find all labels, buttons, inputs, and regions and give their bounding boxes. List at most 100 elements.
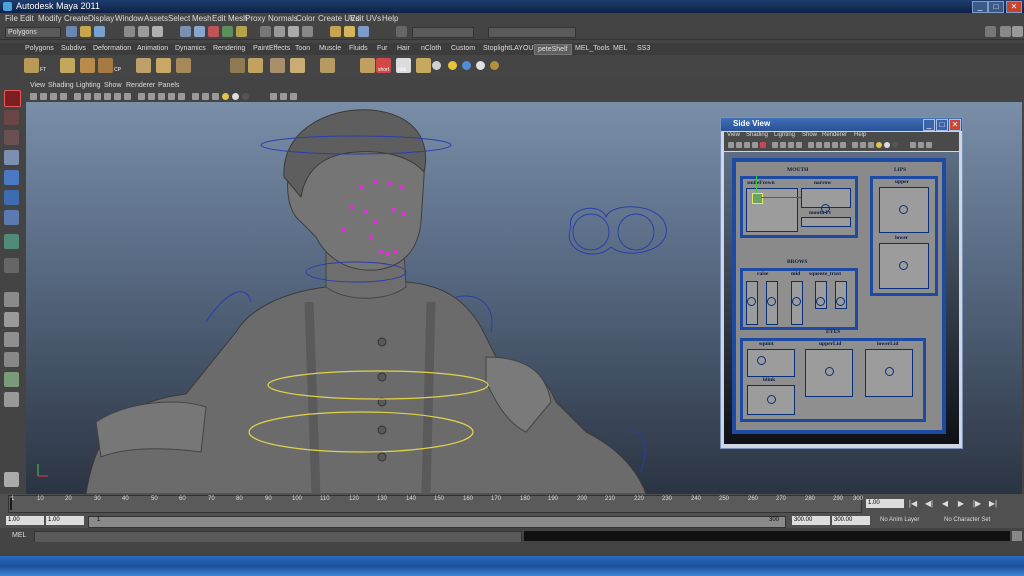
move-tool-icon[interactable] bbox=[4, 150, 19, 165]
no-lights-icon[interactable] bbox=[242, 93, 249, 100]
side-view-titlebar[interactable]: Side View _ □ ✕ bbox=[721, 118, 962, 131]
shelf-tab-mel[interactable]: MEL bbox=[610, 44, 630, 53]
cmdline-language-label[interactable]: MEL bbox=[12, 532, 26, 539]
panel-menu-shading[interactable]: Shading bbox=[48, 82, 74, 89]
panel-menu-renderer[interactable]: Renderer bbox=[126, 82, 155, 89]
menu-mesh[interactable]: Mesh bbox=[192, 14, 212, 23]
sv-wireframe-icon[interactable] bbox=[808, 142, 814, 148]
default-light-icon[interactable] bbox=[232, 93, 239, 100]
shelf-button-8-icon[interactable] bbox=[230, 58, 245, 73]
sv-field-chart-icon[interactable] bbox=[796, 142, 802, 148]
side-view-minimize-button[interactable]: _ bbox=[923, 119, 935, 131]
brows-raise-handle-right[interactable] bbox=[767, 297, 776, 306]
wireframe-on-shaded-icon[interactable] bbox=[158, 93, 165, 100]
shelf-sphere-yellow-icon[interactable] bbox=[448, 61, 457, 70]
maximize-button[interactable]: □ bbox=[988, 1, 1004, 13]
sv-all-lights-icon[interactable] bbox=[876, 142, 882, 148]
last-tool-icon[interactable] bbox=[4, 234, 19, 249]
select-by-hierarchy-icon[interactable] bbox=[124, 26, 135, 37]
side-view-close-button[interactable]: ✕ bbox=[949, 119, 961, 131]
panel-menu-panels[interactable]: Panels bbox=[158, 82, 179, 89]
playback-start-field[interactable]: 1.00 bbox=[46, 516, 84, 525]
image-plane-icon[interactable] bbox=[60, 93, 67, 100]
shelf-button-3-icon[interactable] bbox=[80, 58, 95, 73]
sv-film-gate-icon[interactable] bbox=[772, 142, 778, 148]
go-to-start-button[interactable]: |◀ bbox=[908, 499, 918, 509]
shelf-tab-toon[interactable]: Toon bbox=[292, 44, 313, 53]
layout-graph-icon[interactable] bbox=[4, 372, 19, 387]
menu-modify[interactable]: Modify bbox=[38, 14, 62, 23]
mouth-narrow-handle[interactable] bbox=[821, 204, 830, 213]
menu-color[interactable]: Color bbox=[296, 14, 315, 23]
xray-active-icon[interactable] bbox=[290, 93, 297, 100]
select-by-object-icon[interactable] bbox=[138, 26, 149, 37]
shelf-sphere-gold-icon[interactable] bbox=[490, 61, 499, 70]
close-button[interactable]: ✕ bbox=[1006, 1, 1022, 13]
step-back-key-button[interactable]: ◀| bbox=[924, 499, 934, 509]
sv-camera-attr-icon[interactable] bbox=[736, 142, 742, 148]
sv-xray-icon[interactable] bbox=[832, 142, 838, 148]
quick-select-field[interactable] bbox=[488, 27, 576, 38]
sv-gate-mask-icon[interactable] bbox=[788, 142, 794, 148]
render-icon[interactable] bbox=[330, 26, 341, 37]
sv-wos-icon[interactable] bbox=[824, 142, 830, 148]
layout-single-icon[interactable] bbox=[4, 292, 19, 307]
script-editor-icon[interactable] bbox=[1012, 531, 1022, 541]
shelf-tab-muscle[interactable]: Muscle bbox=[316, 44, 344, 53]
paint-select-tool-icon[interactable] bbox=[4, 130, 19, 145]
time-ruler[interactable]: 1 10 20 30 40 50 60 70 80 90 100 110 120… bbox=[8, 495, 863, 513]
shelf-tab-rendering[interactable]: Rendering bbox=[210, 44, 248, 53]
lasso-tool-icon[interactable] bbox=[4, 110, 19, 125]
sv-no-lights-icon[interactable] bbox=[892, 142, 898, 148]
shelf-tab-custom[interactable]: Custom bbox=[448, 44, 478, 53]
select-by-component-icon[interactable] bbox=[152, 26, 163, 37]
shelf-tab-polygons[interactable]: Polygons bbox=[22, 44, 57, 53]
sv-default-light-icon[interactable] bbox=[884, 142, 890, 148]
input-mode-icon[interactable] bbox=[396, 26, 407, 37]
shadows-icon[interactable] bbox=[212, 93, 219, 100]
toggle-channel-box-icon[interactable] bbox=[1000, 26, 1011, 37]
snap-plane-icon[interactable] bbox=[302, 26, 313, 37]
brows-mid-handle[interactable] bbox=[792, 297, 801, 306]
mask-2-icon[interactable] bbox=[194, 26, 205, 37]
panel-menu-show[interactable]: Show bbox=[104, 82, 122, 89]
smooth-shade-icon[interactable] bbox=[148, 93, 155, 100]
sv-xray-joints-icon[interactable] bbox=[840, 142, 846, 148]
mask-3-icon[interactable] bbox=[208, 26, 219, 37]
eyes-squint-slider[interactable] bbox=[747, 349, 795, 377]
shelf-tab-mel-tools[interactable]: MEL_Tools bbox=[572, 44, 613, 53]
menu-file[interactable]: File bbox=[5, 14, 18, 23]
sv-menu-lighting[interactable]: Lighting bbox=[774, 132, 795, 138]
anim-layer-dropdown[interactable]: No Anim Layer bbox=[880, 517, 919, 523]
animation-end-field[interactable]: 300.00 bbox=[832, 516, 870, 525]
menu-normals[interactable]: Normals bbox=[268, 14, 298, 23]
menu-help[interactable]: Help bbox=[382, 14, 398, 23]
step-forward-key-button[interactable]: |▶ bbox=[972, 499, 982, 509]
shelf-sphere-icon[interactable] bbox=[432, 61, 441, 70]
play-forward-button[interactable]: ▶ bbox=[956, 499, 966, 509]
mask-5-icon[interactable] bbox=[236, 26, 247, 37]
range-bar[interactable]: 1 300 bbox=[88, 516, 786, 528]
sv-shadows-icon[interactable] bbox=[868, 142, 874, 148]
sv-grid-icon[interactable] bbox=[760, 142, 766, 148]
sv-lights-icon[interactable] bbox=[860, 142, 866, 148]
side-view-window[interactable]: Side View _ □ ✕ View Shading Lighting Sh… bbox=[720, 117, 963, 449]
shelf-tab-deformation[interactable]: Deformation bbox=[90, 44, 134, 53]
shelf-button-4-icon[interactable] bbox=[98, 58, 113, 73]
current-time-marker[interactable] bbox=[10, 498, 12, 510]
textured-icon[interactable] bbox=[192, 93, 199, 100]
resolution-gate-icon[interactable] bbox=[94, 93, 101, 100]
shelf-tab-ss3[interactable]: SS3 bbox=[634, 44, 653, 53]
layout-two-icon[interactable] bbox=[4, 332, 19, 347]
current-frame-field[interactable]: 1.00 bbox=[866, 499, 904, 508]
shelf-button-2-icon[interactable] bbox=[60, 58, 75, 73]
menu-edit-mesh[interactable]: Edit Mesh bbox=[212, 14, 248, 23]
sv-bookmark-icon[interactable] bbox=[744, 142, 750, 148]
shelf-button-5-icon[interactable] bbox=[136, 58, 151, 73]
mask-4-icon[interactable] bbox=[222, 26, 233, 37]
wireframe-icon[interactable] bbox=[138, 93, 145, 100]
layout-hypershade-icon[interactable] bbox=[4, 392, 19, 407]
facial-gui-canvas[interactable]: smileFrown narrow mouth Ft MOUTH upper l… bbox=[724, 152, 959, 444]
sv-image-plane-icon[interactable] bbox=[752, 142, 758, 148]
mask-icon[interactable] bbox=[180, 26, 191, 37]
